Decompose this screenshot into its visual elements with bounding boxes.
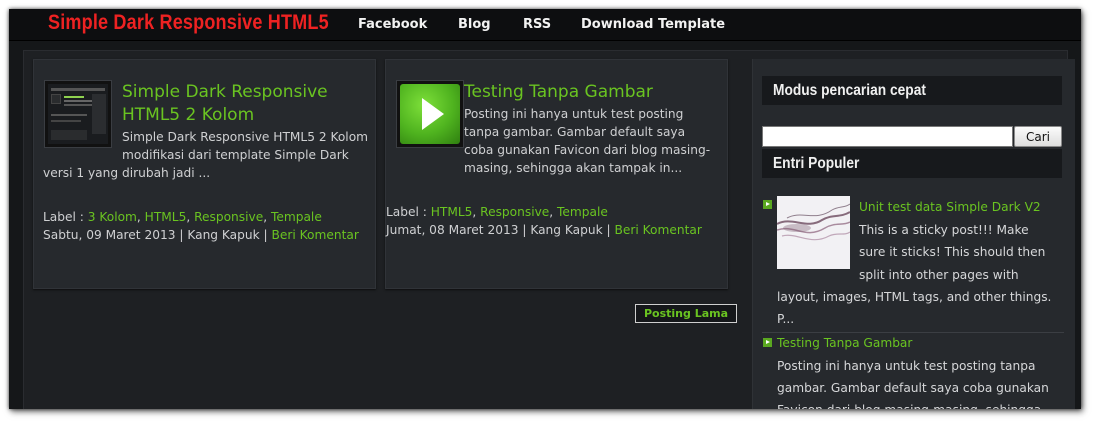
popular-post-excerpt-line: sure it sticks! This should then bbox=[859, 245, 1046, 259]
popular-post-title[interactable]: Unit test data Simple Dark V2 bbox=[859, 200, 1041, 214]
post-date: Jumat, 08 Maret 2013 | Kang Kapuk | bbox=[386, 223, 615, 237]
post-thumbnail[interactable] bbox=[396, 80, 464, 148]
site-title[interactable]: Simple Dark Responsive HTML5 bbox=[48, 11, 329, 35]
label-link[interactable]: Tempale bbox=[557, 205, 608, 219]
post-excerpt-line: modifikasi dari template Simple Dark bbox=[122, 148, 349, 162]
content-frame: Simple Dark Responsive HTML5 2 Kolom Sim… bbox=[23, 50, 1075, 409]
divider bbox=[762, 332, 1064, 333]
nav-link-facebook[interactable]: Facebook bbox=[358, 17, 427, 32]
popular-post-thumbnail[interactable] bbox=[777, 196, 850, 269]
post-excerpt-line: Posting ini hanya untuk test posting bbox=[464, 107, 684, 121]
popular-post-excerpt-line: This is a sticky post!!! Make bbox=[859, 223, 1029, 237]
post-date: Sabtu, 09 Maret 2013 | Kang Kapuk | bbox=[43, 228, 272, 242]
post-title-line[interactable]: HTML5 2 Kolom bbox=[122, 104, 254, 127]
post-excerpt-line: tanpa gambar. Gambar default saya bbox=[464, 125, 686, 139]
post-card: Testing Tanpa Gambar Posting ini hanya u… bbox=[385, 59, 728, 289]
post-date-author: Jumat, 08 Maret 2013 | Kang Kapuk | Beri… bbox=[386, 221, 702, 239]
search-widget-heading: Modus pencarian cepat bbox=[762, 76, 1062, 105]
popular-post-title[interactable]: Testing Tanpa Gambar bbox=[777, 336, 912, 350]
nav-link-rss[interactable]: RSS bbox=[523, 17, 551, 32]
nav-link-download-template[interactable]: Download Template bbox=[581, 17, 725, 32]
browser-viewport: Simple Dark Responsive HTML5 Facebook Bl… bbox=[9, 9, 1081, 409]
label-link[interactable]: HTML5 bbox=[431, 205, 473, 219]
post-labels: Label : 3 Kolom, HTML5, Responsive, Temp… bbox=[43, 210, 322, 224]
label-link[interactable]: 3 Kolom bbox=[88, 210, 137, 224]
popular-post-excerpt-line: Favicon dari blog masing-masing, sehingg… bbox=[777, 399, 1041, 409]
label-prefix: Label : bbox=[386, 205, 431, 219]
older-posts-button[interactable]: Posting Lama bbox=[635, 304, 737, 323]
popular-post-excerpt-line: split into other pages with bbox=[859, 268, 1019, 282]
post-labels: Label : HTML5, Responsive, Tempale bbox=[386, 205, 608, 219]
popular-post-excerpt-line: layout, images, HTML tags, and other thi… bbox=[777, 290, 1052, 304]
play-icon bbox=[422, 98, 444, 130]
post-card: Simple Dark Responsive HTML5 2 Kolom Sim… bbox=[33, 59, 376, 289]
label-link[interactable]: Tempale bbox=[271, 210, 322, 224]
popular-posts-heading: Entri Populer bbox=[762, 149, 1062, 178]
search-input[interactable] bbox=[762, 126, 1013, 147]
abstract-swirl-image bbox=[777, 196, 850, 269]
label-link[interactable]: HTML5 bbox=[145, 210, 187, 224]
label-link[interactable]: Responsive bbox=[194, 210, 263, 224]
post-excerpt-line: coba gunakan Favicon dari blog masing- bbox=[464, 143, 711, 157]
post-title-line[interactable]: Simple Dark Responsive bbox=[122, 81, 328, 104]
bullet-arrow-icon bbox=[763, 200, 772, 209]
label-prefix: Label : bbox=[43, 210, 88, 224]
popular-heading-text: Entri Populer bbox=[773, 155, 860, 172]
label-link[interactable]: Responsive bbox=[480, 205, 549, 219]
search-heading-text: Modus pencarian cepat bbox=[773, 82, 926, 99]
popular-post-excerpt-line: P... bbox=[777, 312, 795, 326]
top-navbar: Simple Dark Responsive HTML5 Facebook Bl… bbox=[9, 9, 1081, 41]
popular-post-excerpt-line: gambar. Gambar default saya coba gunakan bbox=[777, 381, 1049, 395]
comment-link[interactable]: Beri Komentar bbox=[272, 228, 359, 242]
post-thumbnail[interactable] bbox=[44, 80, 112, 148]
search-button[interactable]: Cari bbox=[1014, 126, 1062, 147]
bullet-arrow-icon bbox=[763, 338, 772, 347]
comment-link[interactable]: Beri Komentar bbox=[615, 223, 702, 237]
post-date-author: Sabtu, 09 Maret 2013 | Kang Kapuk | Beri… bbox=[43, 226, 359, 244]
sidebar: Modus pencarian cepat Cari Entri Populer bbox=[752, 59, 1075, 409]
post-excerpt-line: versi 1 yang dirubah jadi ... bbox=[43, 166, 211, 180]
post-excerpt-line: Simple Dark Responsive HTML5 2 Kolom bbox=[122, 130, 369, 144]
nav-link-blog[interactable]: Blog bbox=[458, 17, 491, 32]
post-title[interactable]: Testing Tanpa Gambar bbox=[464, 81, 653, 104]
post-excerpt-line: masing, sehingga akan tampak in... bbox=[464, 161, 683, 175]
popular-post-excerpt-line: Posting ini hanya untuk test posting tan… bbox=[777, 359, 1036, 373]
